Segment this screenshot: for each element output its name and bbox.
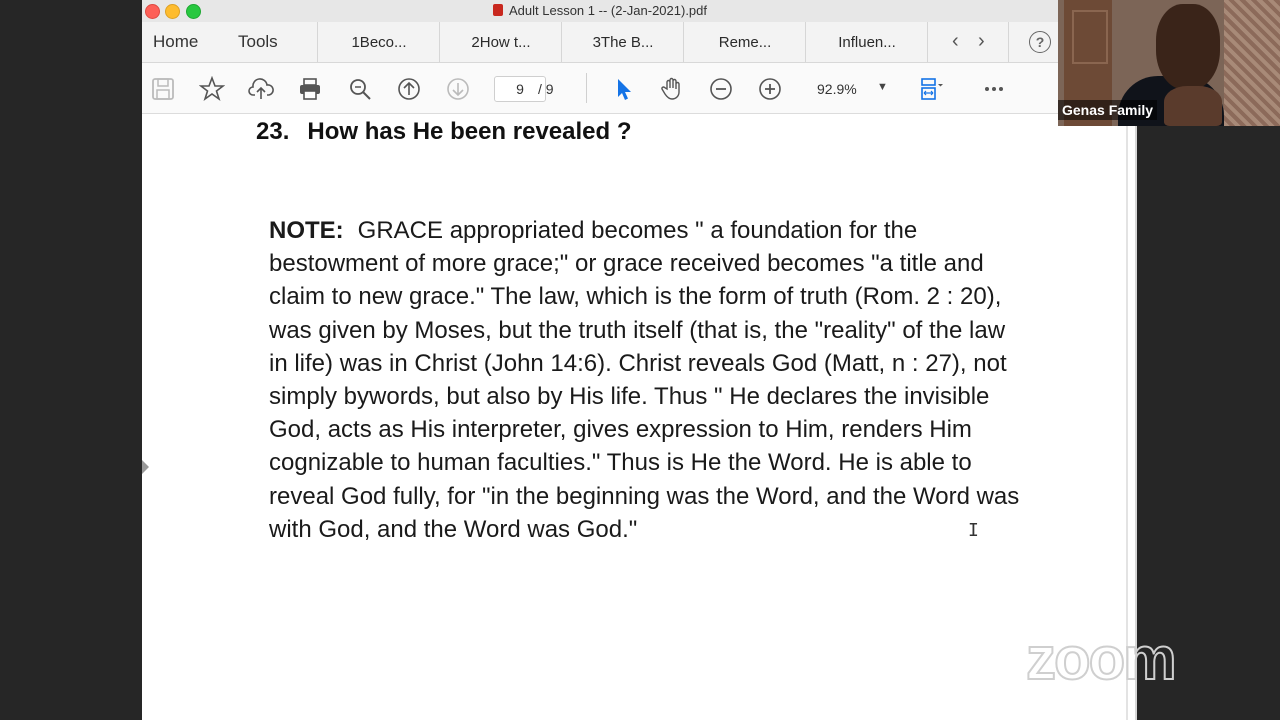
page-down-icon[interactable]: [445, 76, 471, 102]
window-title-text: Adult Lesson 1 -- (2-Jan-2021).pdf: [509, 3, 707, 18]
participant-name-label: Genas Family: [1058, 100, 1158, 120]
participant-head: [1156, 4, 1220, 90]
document-page: 23. How has He been revealed ? NOTE: GRACE…: [142, 114, 1058, 720]
participant-video-tile[interactable]: Genas Family: [1058, 0, 1280, 126]
star-icon[interactable]: [198, 75, 226, 102]
search-zoom-icon[interactable]: [347, 76, 373, 102]
document-tab[interactable]: 1Beco...: [317, 22, 440, 62]
upload-icon[interactable]: [248, 76, 274, 102]
print-icon[interactable]: [297, 76, 323, 102]
save-icon[interactable]: [150, 76, 176, 102]
sidebar-expand-icon[interactable]: [142, 460, 149, 474]
text-cursor-icon: I: [968, 520, 979, 541]
help-icon[interactable]: ?: [1029, 31, 1051, 53]
document-tab[interactable]: Influen...: [805, 22, 928, 62]
zoom-watermark-logo: zoom: [1025, 624, 1178, 693]
document-tab[interactable]: 2How t...: [439, 22, 562, 62]
question-number: 23.: [256, 118, 290, 145]
tools-nav-link[interactable]: Tools: [238, 32, 278, 52]
hand-icon[interactable]: [659, 76, 685, 102]
window-title: Adult Lesson 1 -- (2-Jan-2021).pdf: [142, 3, 1058, 18]
zoom-dropdown-chevron-icon[interactable]: ▼: [877, 81, 888, 93]
tab-scroll-right-icon[interactable]: ›: [978, 30, 985, 53]
zoom-level-select[interactable]: 92.9%: [817, 81, 857, 97]
pdf-viewer-window: Adult Lesson 1 -- (2-Jan-2021).pdf Home …: [142, 0, 1058, 720]
tab-scroll-left-icon[interactable]: ‹: [952, 30, 959, 53]
pdf-file-icon: [493, 4, 503, 16]
document-tab[interactable]: 3The B...: [561, 22, 684, 62]
note-body: GRACE appropriated becomes " a foundatio…: [269, 217, 1020, 543]
note-label: NOTE:: [269, 217, 344, 244]
document-tab[interactable]: Reme...: [683, 22, 806, 62]
more-icon[interactable]: [981, 76, 1007, 102]
note-paragraph: NOTE: GRACE appropriated becomes " a foun…: [269, 214, 1029, 546]
title-bar: Adult Lesson 1 -- (2-Jan-2021).pdf: [142, 0, 1058, 23]
toolbar-divider: [586, 73, 587, 103]
toolbar: 9 / 9 92.9% ▼: [142, 63, 1058, 114]
fit-page-icon[interactable]: [918, 76, 944, 102]
background-wall: [1224, 0, 1280, 126]
tab-bar: Home Tools 1Beco... 2How t... 3The B... …: [142, 22, 1058, 63]
page-up-icon[interactable]: [396, 76, 422, 102]
select-pointer-icon[interactable]: [610, 76, 636, 102]
zoom-out-icon[interactable]: [708, 76, 734, 102]
question-text: How has He been revealed ?: [307, 118, 632, 145]
zoom-in-icon[interactable]: [757, 76, 783, 102]
participant-hands: [1164, 86, 1222, 126]
question-heading: 23. How has He been revealed ?: [256, 118, 632, 146]
page-total-label: / 9: [538, 81, 554, 97]
tab-overflow-area: [927, 22, 1009, 62]
home-nav-link[interactable]: Home: [153, 32, 198, 52]
